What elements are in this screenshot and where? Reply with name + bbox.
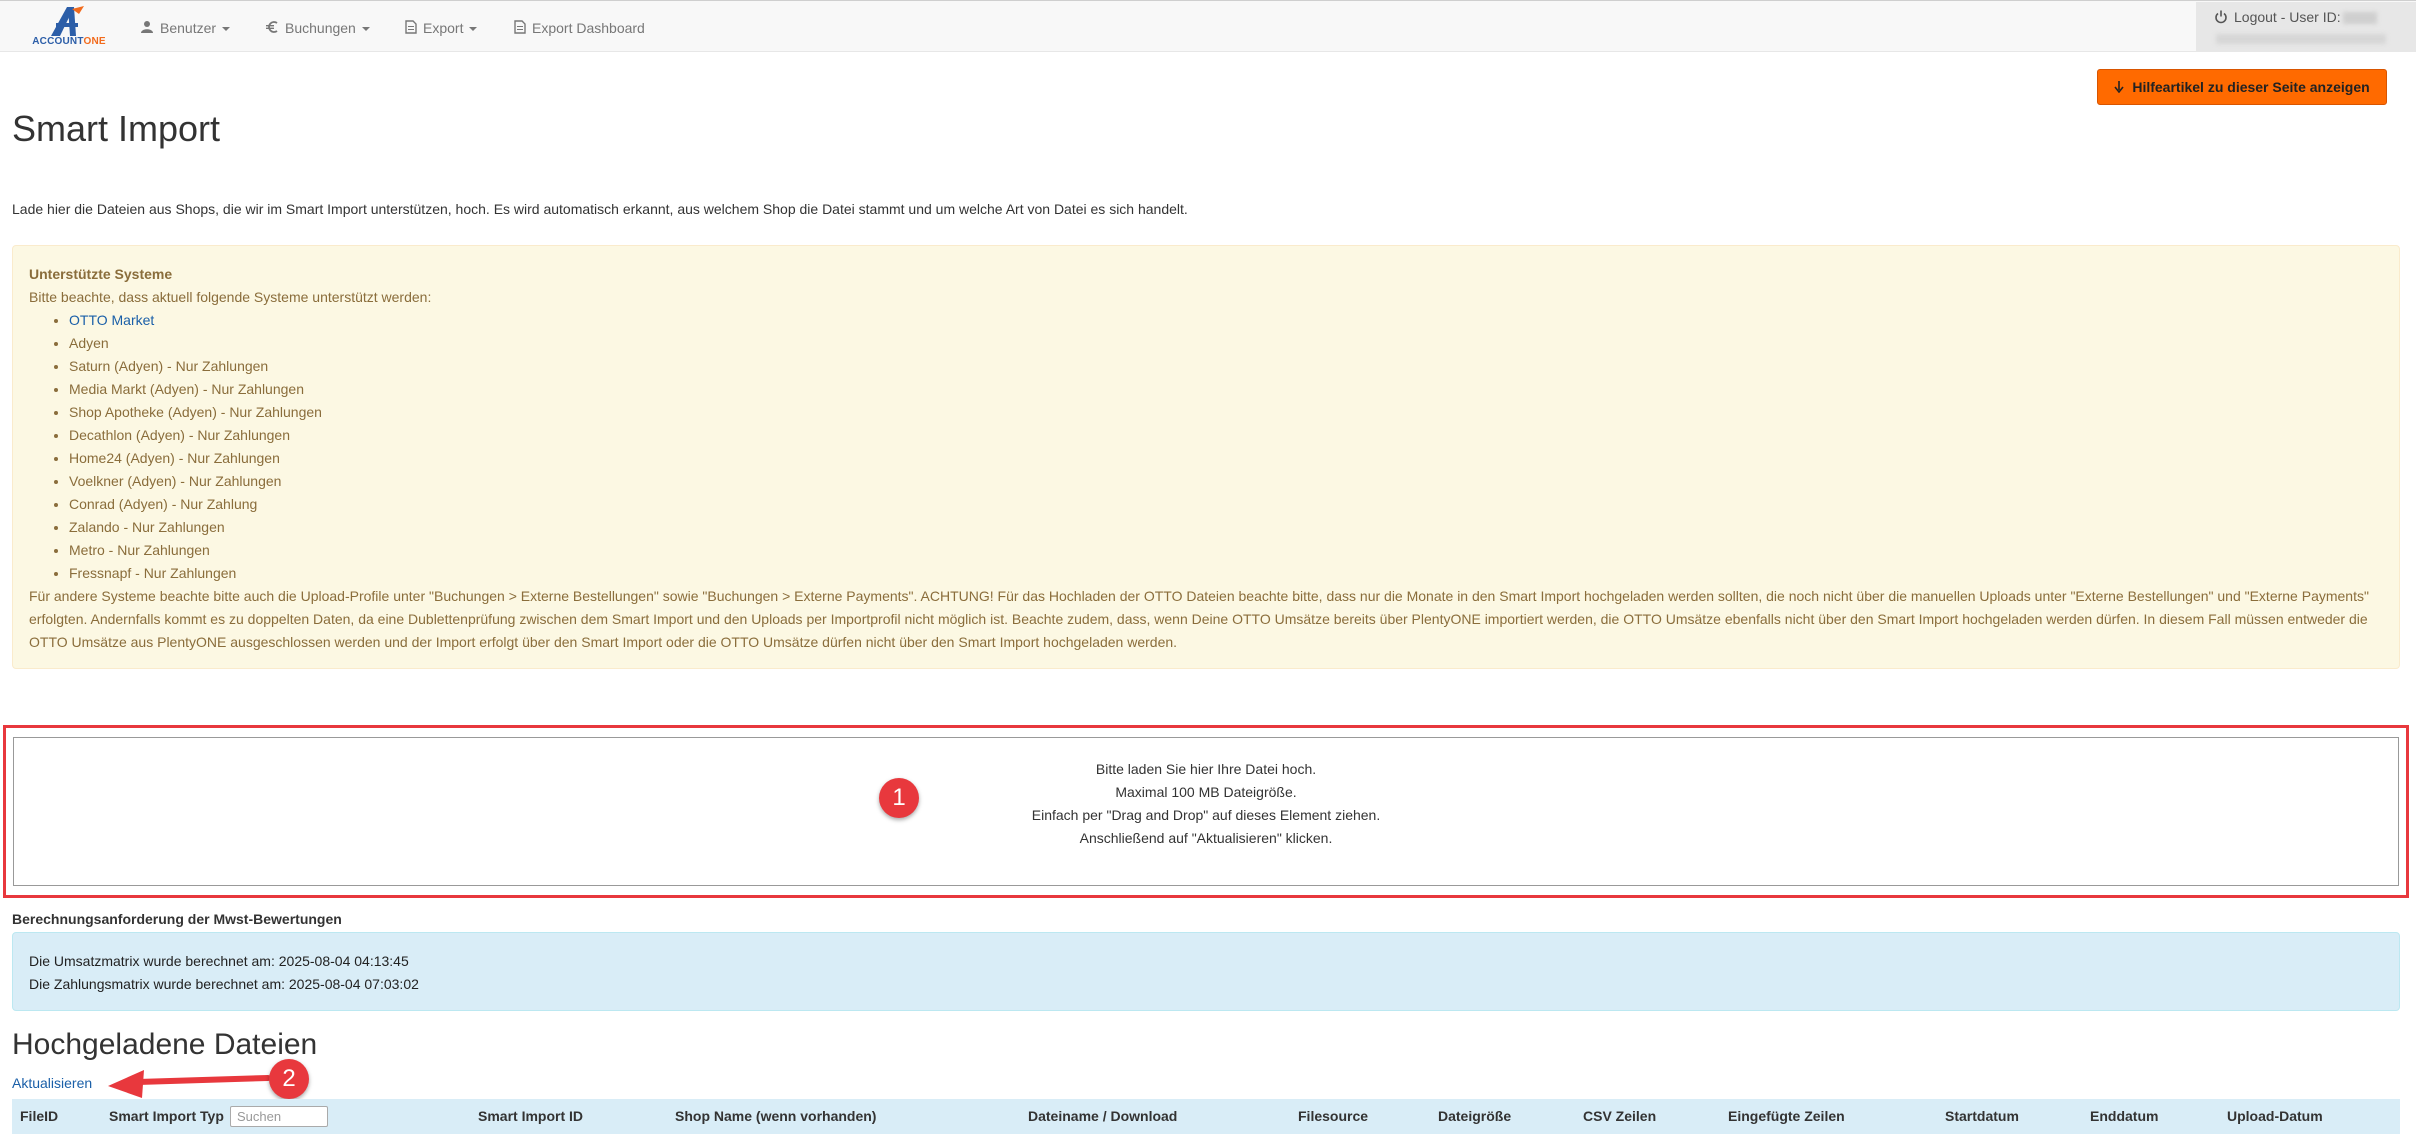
file-dropzone[interactable]: Bitte laden Sie hier Ihre Datei hoch. Ma…	[13, 737, 2399, 886]
column-header[interactable]: Eingefügte Zeilen	[1728, 1099, 1845, 1134]
nav-export-dashboard[interactable]: Export Dashboard	[514, 1, 645, 53]
column-header[interactable]: FileID	[20, 1099, 58, 1134]
logo-text-account: ACCOUNT	[32, 36, 84, 47]
otto-market-link[interactable]: OTTO Market	[69, 312, 154, 328]
uploads-table-header: FileID Smart Import Typ Smart Import ID …	[12, 1099, 2400, 1134]
calc-info-box: Die Umsatzmatrix wurde berechnet am: 202…	[12, 932, 2400, 1011]
accountone-logo[interactable]: ACCOUNTONE	[26, 5, 112, 49]
nav-export[interactable]: Export	[405, 1, 478, 56]
marker-badge-1: 1	[879, 778, 919, 818]
nav-export-dashboard-label: Export Dashboard	[532, 20, 645, 36]
supported-systems-box: Unterstützte Systeme Bitte beachte, dass…	[12, 245, 2400, 669]
column-header[interactable]: Filesource	[1298, 1099, 1368, 1134]
uploads-title: Hochgeladene Dateien	[12, 1028, 318, 1061]
nav-benutzer[interactable]: Benutzer	[140, 1, 231, 56]
list-item: Decathlon (Adyen) - Nur Zahlungen	[69, 424, 2383, 447]
list-item: Conrad (Adyen) - Nur Zahlung	[69, 493, 2383, 516]
list-item[interactable]: OTTO Market	[69, 309, 2383, 332]
supported-systems-list: OTTO Market Adyen Saturn (Adyen) - Nur Z…	[29, 309, 2383, 585]
page-title: Smart Import	[12, 108, 221, 149]
column-header[interactable]: Smart Import ID	[478, 1099, 583, 1134]
nav-benutzer-label: Benutzer	[160, 20, 217, 36]
type-search-input[interactable]	[230, 1106, 328, 1127]
nav-export-label: Export	[423, 20, 464, 36]
list-item: Metro - Nur Zahlungen	[69, 539, 2383, 562]
user-name-redacted	[2216, 34, 2386, 44]
calc-info-line: Die Zahlungsmatrix wurde berechnet am: 2…	[29, 976, 419, 992]
list-item: Shop Apotheke (Adyen) - Nur Zahlungen	[69, 401, 2383, 424]
top-navbar: ACCOUNTONE Benutzer Buchungen Export Exp…	[0, 0, 2416, 52]
column-header[interactable]: Enddatum	[2090, 1099, 2158, 1134]
list-item: Voelkner (Adyen) - Nur Zahlungen	[69, 470, 2383, 493]
column-header[interactable]: Smart Import Typ	[109, 1099, 224, 1134]
list-item: Zalando - Nur Zahlungen	[69, 516, 2383, 539]
nav-buchungen-label: Buchungen	[285, 20, 356, 36]
column-header[interactable]: Upload-Datum	[2227, 1099, 2323, 1134]
column-header[interactable]: Startdatum	[1945, 1099, 2019, 1134]
column-header[interactable]: CSV Zeilen	[1583, 1099, 1656, 1134]
euro-icon	[265, 2, 279, 56]
marker-badge-2: 2	[269, 1059, 309, 1099]
list-item: Saturn (Adyen) - Nur Zahlungen	[69, 355, 2383, 378]
power-icon	[2214, 10, 2228, 27]
list-item: Home24 (Adyen) - Nur Zahlungen	[69, 447, 2383, 470]
file-icon	[405, 2, 417, 56]
logout-button[interactable]: Logout - User ID:	[2196, 2, 2416, 52]
caret-down-icon	[222, 27, 231, 32]
dropzone-line: Bitte laden Sie hier Ihre Datei hoch.	[1095, 761, 1317, 777]
dropzone-line: Einfach per "Drag and Drop" auf dieses E…	[1031, 807, 1381, 823]
file-icon	[514, 2, 526, 56]
help-article-button[interactable]: Hilfeartikel zu dieser Seite anzeigen	[2097, 69, 2387, 105]
user-icon	[140, 2, 154, 56]
logout-label: Logout - User ID:	[2234, 9, 2341, 25]
arrow-down-icon	[2114, 71, 2124, 105]
caret-down-icon	[469, 27, 478, 32]
supported-systems-note: Für andere Systeme beachte bitte auch di…	[29, 588, 2369, 650]
refresh-link[interactable]: Aktualisieren	[12, 1075, 92, 1091]
list-item: Fressnapf - Nur Zahlungen	[69, 562, 2383, 585]
list-item: Adyen	[69, 332, 2383, 355]
marker-arrow-icon	[108, 1070, 270, 1098]
calc-info-line: Die Umsatzmatrix wurde berechnet am: 202…	[29, 953, 409, 969]
dropzone-line: Anschließend auf "Aktualisieren" klicken…	[1079, 830, 1333, 846]
supported-systems-subtitle: Bitte beachte, dass aktuell folgende Sys…	[29, 289, 432, 305]
column-header[interactable]: Shop Name (wenn vorhanden)	[675, 1099, 876, 1134]
dropzone-line: Maximal 100 MB Dateigröße.	[1115, 784, 1297, 800]
supported-systems-title: Unterstützte Systeme	[29, 266, 173, 282]
list-item: Media Markt (Adyen) - Nur Zahlungen	[69, 378, 2383, 401]
user-id-redacted	[2342, 12, 2377, 25]
calc-section-title: Berechnungsanforderung der Mwst-Bewertun…	[12, 911, 342, 927]
column-header[interactable]: Dateigröße	[1438, 1099, 1511, 1134]
column-header[interactable]: Dateiname / Download	[1028, 1099, 1177, 1134]
logo-text-one: ONE	[83, 36, 106, 47]
logo-a-icon	[51, 6, 84, 36]
nav-buchungen[interactable]: Buchungen	[265, 1, 370, 53]
caret-down-icon	[361, 27, 370, 32]
help-button-label: Hilfeartikel zu dieser Seite anzeigen	[2132, 79, 2370, 95]
intro-text: Lade hier die Dateien aus Shops, die wir…	[12, 201, 1188, 217]
